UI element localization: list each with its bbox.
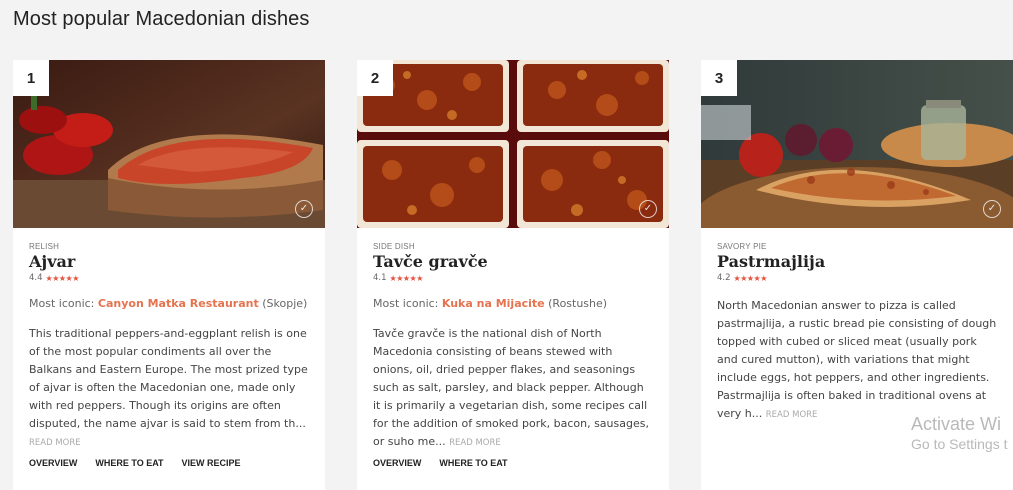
rating-row: 4.4 ★★★★★ [29, 273, 309, 283]
view-recipe-link[interactable]: VIEW RECIPE [182, 458, 241, 468]
rating-row: 4.2 ★★★★★ [717, 273, 997, 283]
description-text: North Macedonian answer to pizza is call… [717, 299, 997, 420]
dish-description: This traditional peppers-and-eggplant re… [29, 325, 309, 452]
read-more-link[interactable]: READ MORE [449, 438, 501, 448]
description-text: Tavče gravče is the national dish of Nor… [373, 327, 649, 448]
most-iconic-label: Most iconic: [373, 297, 439, 310]
restaurant-location: (Skopje) [262, 297, 308, 310]
overview-link[interactable]: OVERVIEW [373, 458, 421, 468]
restaurant-link[interactable]: Canyon Matka Restaurant [98, 297, 259, 310]
pastrmajlija-pie-image[interactable]: 3 ✓ [701, 60, 1013, 228]
description-text: This traditional peppers-and-eggplant re… [29, 327, 308, 430]
dish-card-tavce-gravce[interactable]: 2 ✓ SIDE DISH Tavče gravče 4.1 ★★★★★ Mos… [357, 60, 669, 490]
restaurant-location: (Rostushe) [548, 297, 608, 310]
most-iconic-line: Most iconic: Kuka na Mijacite (Rostushe) [373, 297, 653, 311]
dish-name[interactable]: Ajvar [29, 253, 309, 271]
rank-badge: 3 [701, 60, 737, 96]
dish-card-ajvar[interactable]: 1 ✓ RELISH Ajvar 4.4 ★★★★★ Most iconic: … [13, 60, 325, 490]
most-iconic-label: Most iconic: [29, 297, 95, 310]
read-more-link[interactable]: READ MORE [766, 410, 818, 420]
ajvar-bread-image[interactable]: 1 ✓ [13, 60, 325, 228]
dish-name[interactable]: Tavče gravče [373, 253, 653, 271]
watermark-subtitle: Go to Settings t [911, 436, 1008, 452]
most-iconic-line: Most iconic: Canyon Matka Restaurant (Sk… [29, 297, 309, 311]
dish-category: SIDE DISH [373, 242, 415, 251]
where-to-eat-link[interactable]: WHERE TO EAT [95, 458, 163, 468]
check-circle-icon[interactable]: ✓ [983, 200, 1001, 218]
rating-row: 4.1 ★★★★★ [373, 273, 653, 283]
dish-category: RELISH [29, 242, 60, 251]
rating-value: 4.4 [29, 273, 43, 283]
dish-description: Tavče gravče is the national dish of Nor… [373, 325, 653, 452]
restaurant-link[interactable]: Kuka na Mijacite [442, 297, 545, 310]
rating-value: 4.2 [717, 273, 731, 283]
card-links: OVERVIEW WHERE TO EAT VIEW RECIPE [29, 458, 259, 468]
where-to-eat-link[interactable]: WHERE TO EAT [439, 458, 507, 468]
dish-name[interactable]: Pastrmajlija [717, 253, 997, 271]
card-links: OVERVIEW WHERE TO EAT [373, 458, 526, 468]
dish-category: SAVORY PIE [717, 242, 767, 251]
star-rating-icon: ★★★★★ [45, 273, 80, 283]
star-rating-icon: ★★★★★ [733, 273, 768, 283]
star-rating-icon: ★★★★★ [389, 273, 424, 283]
windows-activation-watermark: Activate Wi Go to Settings t [911, 413, 1008, 453]
rank-badge: 1 [13, 60, 49, 96]
page-title: Most popular Macedonian dishes [13, 8, 310, 30]
read-more-link[interactable]: READ MORE [29, 438, 81, 448]
overview-link[interactable]: OVERVIEW [29, 458, 77, 468]
watermark-title: Activate Wi [911, 414, 1002, 434]
check-circle-icon[interactable]: ✓ [639, 200, 657, 218]
rating-value: 4.1 [373, 273, 387, 283]
rank-badge: 2 [357, 60, 393, 96]
baked-beans-image[interactable]: 2 ✓ [357, 60, 669, 228]
dish-description: North Macedonian answer to pizza is call… [717, 297, 997, 424]
check-circle-icon[interactable]: ✓ [295, 200, 313, 218]
